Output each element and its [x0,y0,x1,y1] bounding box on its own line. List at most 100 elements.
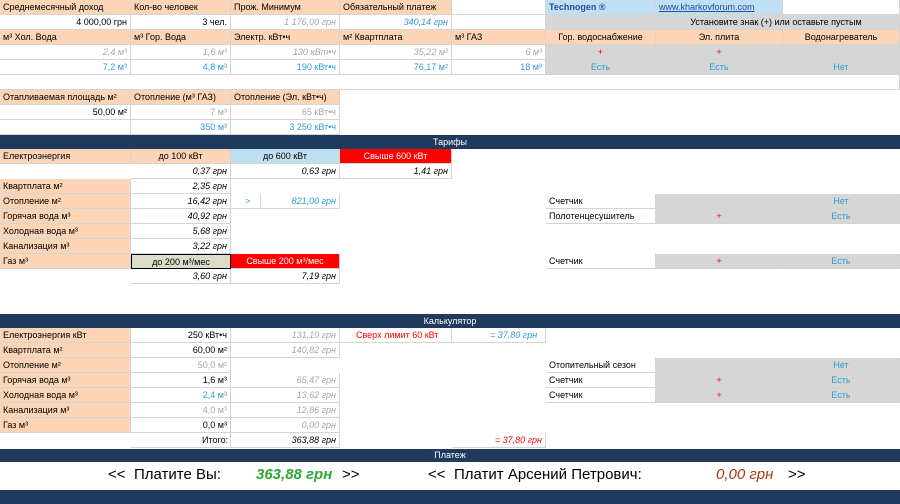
income-label: Среднемесячный доход [0,0,131,15]
gas-counter-value: Есть [783,254,900,269]
counter-mark[interactable] [656,194,783,209]
season-mark[interactable] [656,358,783,373]
over-limit-label: Сверх лимит 60 кВт [340,328,452,343]
towel-mark[interactable]: + [656,209,783,224]
calc-row-qty[interactable]: 250 кВт•ч [131,328,231,343]
heat-area-value[interactable]: 50,00 м² [0,105,131,120]
calc-row-cost: 13,62 грн [231,388,340,403]
opt-mark-stove[interactable]: + [656,45,783,60]
you-open: << [108,466,126,483]
you-pay-label: Платите Вы: [134,466,221,483]
opt-label-stove: Эл. плита [656,30,783,45]
spreadsheet: Среднемесячный доход Кол-во человек Прож… [0,0,900,504]
fact-hot: 4,8 м³ [131,60,231,75]
opt-label-heater: Водонагреватель [783,30,900,45]
opt-mark-hotwater[interactable]: + [546,45,656,60]
gas-tier1[interactable]: до 200 м³/мес [131,254,231,269]
heat-gas-norm: 7 м³ [131,105,231,120]
tariff-tier1: до 100 кВт [131,149,231,164]
meter-label-hot: м³ Гор. Вода [131,30,231,45]
tariff-row-value[interactable]: 16,42 грн [131,194,231,209]
cw-counter-label: Счетчик [546,388,656,403]
calc-row-cost: 65,47 грн [231,373,340,388]
opt-value-heater: Нет [783,60,900,75]
tariff-row-value[interactable]: 2,35 грн [131,179,231,194]
empty-cell [452,0,546,15]
other-close: >> [788,466,806,483]
tariff-row-value[interactable]: 40,92 грн [131,209,231,224]
tariff-row-label: Горячая вода м³ [0,209,131,224]
calc-row-label: Канализация м³ [0,403,131,418]
calc-row-qty[interactable]: 2,4 м³ [131,388,231,403]
tariffs-title: Тарифы [0,135,900,149]
heat-gt-sign: > [231,194,261,209]
calc-row-qty[interactable]: 1,6 м³ [131,373,231,388]
heat-alt-value: 821,00 грн [261,194,340,209]
payment-title: Платеж [0,449,900,462]
payment-value: 340,14 грн [340,15,452,30]
hw-counter-label: Счетчик [546,373,656,388]
gas-price1[interactable]: 3,60 грн [131,269,231,284]
brand-label: Technogen ® [546,0,656,15]
cw-counter-value: Есть [783,388,900,403]
other-pay-value: 0,00 грн [716,466,774,483]
gas-price2[interactable]: 7,19 грн [231,269,340,284]
calc-row-label: Горячая вода м³ [0,373,131,388]
norm-el: 130 кВт•ч [231,45,340,60]
fact-flat: 76,17 м² [340,60,452,75]
other-open: << [428,466,446,483]
towel-label: Полотенцесушитель [546,209,656,224]
tariff-el-label: Електроэнергия [0,149,131,164]
season-value: Нет [783,358,900,373]
people-value[interactable]: 3 чел. [131,15,231,30]
empty-row [0,75,900,90]
opt-value-stove: Есть [656,60,783,75]
calc-row-cost: 0,00 грн [231,418,340,433]
calc-row-cost: 140,82 грн [231,343,340,358]
counter-value: Нет [783,194,900,209]
meter-label-el: Электр. кВт•ч [231,30,340,45]
hw-counter-mark[interactable]: + [656,373,783,388]
calc-row-qty[interactable]: 0,0 м³ [131,418,231,433]
norm-gas: 6 м³ [452,45,546,60]
counter-label: Счетчик [546,194,656,209]
tariff-p2[interactable]: 0,63 грн [231,164,340,179]
other-pay-label: Платит Арсений Петрович: [454,466,642,483]
tariff-row-value[interactable]: 3,22 грн [131,239,231,254]
calc-row-qty[interactable]: 50,0 м² [131,358,231,373]
hint-text: Установите знак (+) или оставьте пустым [546,15,900,30]
total-label-text: Итого: [202,435,229,445]
meter-label-cold: м³ Хол. Вода [0,30,131,45]
heat-el-value: 3 250 кВт•ч [231,120,340,135]
tariff-tier3: Свыше 600 кВт [340,149,452,164]
tariff-p1[interactable]: 0,37 грн [131,164,231,179]
gas-tariff-label: Газ м³ [0,254,131,269]
opt-mark-heater[interactable] [783,45,900,60]
tariff-row-value[interactable]: 5,68 грн [131,224,231,239]
tariff-p3[interactable]: 1,41 грн [340,164,452,179]
calc-row-label: Холодная вода м³ [0,388,131,403]
calc-row-label: Газ м³ [0,418,131,433]
you-pay-value: 363,88 грн [256,466,333,483]
total-value: 363,88 грн [231,433,340,448]
norm-hot: 1,6 м³ [131,45,231,60]
heat-gas-label: Отопление (м³ ГАЗ) [131,90,231,105]
fact-el: 190 кВт•ч [231,60,340,75]
site-link[interactable]: www.kharkovforum.com [656,0,783,15]
norm-cold: 2,4 м³ [0,45,131,60]
gas-counter-mark[interactable]: + [656,254,783,269]
calc-row-label: Отопление м² [0,358,131,373]
heat-el-label: Отопление (Эл. кВт•ч) [231,90,340,105]
tariff-row-label: Канализация м³ [0,239,131,254]
calc-row-qty[interactable]: 60,00 м² [131,343,231,358]
opt-value-hotwater: Есть [546,60,656,75]
cw-counter-mark[interactable]: + [656,388,783,403]
gas-tier2: Свыше 200 м³/мес [231,254,340,269]
tariff-row-label: Квартплата м² [0,179,131,194]
gas-counter-label: Счетчик [546,254,656,269]
empty-cell [0,120,131,135]
norm-flat: 35,22 м² [340,45,452,60]
income-value[interactable]: 4 000,00 грн [0,15,131,30]
calc-row-qty[interactable]: 4,0 м³ [131,403,231,418]
total-over: = 37,80 грн [452,433,546,448]
